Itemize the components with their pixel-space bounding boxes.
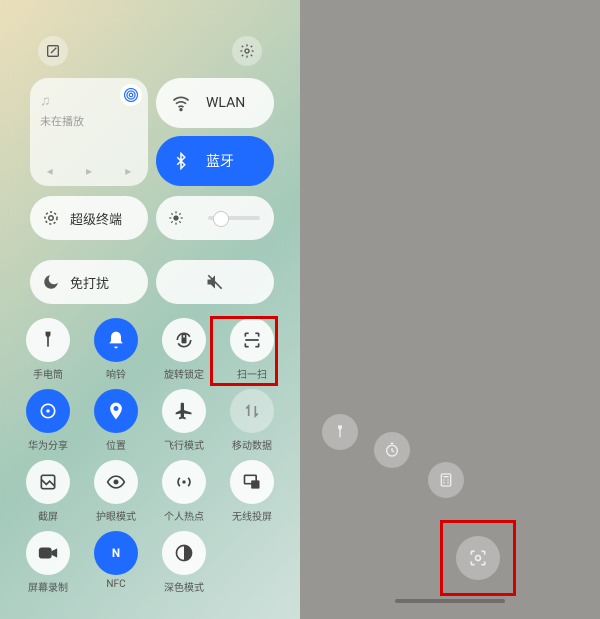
rotation-lock-icon <box>162 318 206 362</box>
svg-text:N: N <box>112 546 120 560</box>
dark-mode-icon <box>162 531 206 575</box>
dnd-label: 免打扰 <box>70 273 109 292</box>
toggle-nfc[interactable]: N NFC <box>86 531 146 594</box>
super-device-label: 超级终端 <box>70 209 122 228</box>
moon-icon <box>42 273 60 291</box>
flashlight-label: 手电筒 <box>33 366 63 381</box>
screenshot-label: 截屏 <box>38 508 58 523</box>
dark-mode-label: 深色模式 <box>164 579 204 594</box>
settings-button[interactable] <box>232 36 262 66</box>
wlan-toggle[interactable]: WLAN <box>156 78 274 128</box>
toggle-huawei-share[interactable]: 华为分享 <box>18 389 78 452</box>
highlight-scan-tile <box>210 316 278 386</box>
play-icon[interactable]: ▸ <box>86 164 92 178</box>
toggle-eye-comfort[interactable]: 护眼模式 <box>86 460 146 523</box>
ring-icon <box>94 318 138 362</box>
superdevice-icon <box>42 209 60 227</box>
home-indicator[interactable] <box>395 599 505 603</box>
location-icon <box>94 389 138 433</box>
mobile-data-label: 移动数据 <box>232 437 272 452</box>
calculator-icon <box>438 472 454 488</box>
shortcut-timer[interactable] <box>374 432 410 468</box>
eye-comfort-icon <box>94 460 138 504</box>
shortcut-flashlight[interactable] <box>322 414 358 450</box>
gear-icon <box>239 43 255 59</box>
airplay-icon[interactable] <box>120 84 142 106</box>
super-device-toggle[interactable]: 超级终端 <box>30 196 148 240</box>
screenshot-icon <box>26 460 70 504</box>
airplane-label: 飞行模式 <box>164 437 204 452</box>
hotspot-icon <box>162 460 206 504</box>
cast-icon <box>230 460 274 504</box>
toggle-hotspot[interactable]: 个人热点 <box>154 460 214 523</box>
toggle-cast[interactable]: 无线投屏 <box>222 460 282 523</box>
huawei-share-label: 华为分享 <box>28 437 68 452</box>
hotspot-label: 个人热点 <box>164 508 204 523</box>
rotation-lock-label: 旋转锁定 <box>164 366 204 381</box>
airplane-icon <box>162 389 206 433</box>
wlan-label: WLAN <box>206 95 245 111</box>
toggle-mobile-data[interactable]: 移动数据 <box>222 389 282 452</box>
ring-label: 响铃 <box>106 366 126 381</box>
toggle-screenshot[interactable]: 截屏 <box>18 460 78 523</box>
dnd-toggle[interactable]: 免打扰 <box>30 260 148 304</box>
toggle-dark-mode[interactable]: 深色模式 <box>154 531 214 594</box>
bluetooth-label: 蓝牙 <box>206 151 234 171</box>
mobile-data-icon <box>230 389 274 433</box>
cast-label: 无线投屏 <box>232 508 272 523</box>
sun-icon <box>168 210 184 226</box>
next-icon[interactable]: ▸ <box>125 164 131 178</box>
brightness-slider[interactable] <box>156 196 274 240</box>
bluetooth-toggle[interactable]: 蓝牙 <box>156 136 274 186</box>
toggle-screen-record[interactable]: 屏幕录制 <box>18 531 78 594</box>
wifi-icon <box>164 86 198 120</box>
edit-icon <box>45 43 61 59</box>
nfc-label: NFC <box>106 579 125 590</box>
location-label: 位置 <box>106 437 126 452</box>
nfc-icon: N <box>94 531 138 575</box>
control-center-screen: ♫ 未在播放 ◂ ▸ ▸ WLAN 蓝牙 超级终端 免打扰 <box>0 0 300 619</box>
gesture-shortcut-screen <box>300 0 600 619</box>
toggle-rotation-lock[interactable]: 旋转锁定 <box>154 318 214 381</box>
toggle-location[interactable]: 位置 <box>86 389 146 452</box>
media-status: 未在播放 <box>40 113 138 129</box>
screen-record-icon <box>26 531 70 575</box>
mute-icon <box>205 272 225 292</box>
eye-comfort-label: 护眼模式 <box>96 508 136 523</box>
media-card[interactable]: ♫ 未在播放 ◂ ▸ ▸ <box>30 78 148 186</box>
huawei-share-icon <box>26 389 70 433</box>
toggle-flashlight[interactable]: 手电筒 <box>18 318 78 381</box>
stopwatch-icon <box>384 442 400 458</box>
bluetooth-icon <box>164 144 198 178</box>
prev-icon[interactable]: ◂ <box>47 164 53 178</box>
shortcut-calculator[interactable] <box>428 462 464 498</box>
flashlight-icon <box>26 318 70 362</box>
toggle-ring[interactable]: 响铃 <box>86 318 146 381</box>
mute-toggle[interactable] <box>156 260 274 304</box>
screen-record-label: 屏幕录制 <box>28 579 68 594</box>
toggle-airplane[interactable]: 飞行模式 <box>154 389 214 452</box>
edit-button[interactable] <box>38 36 68 66</box>
flashlight-icon <box>332 424 348 440</box>
highlight-scan-shortcut <box>440 520 516 596</box>
